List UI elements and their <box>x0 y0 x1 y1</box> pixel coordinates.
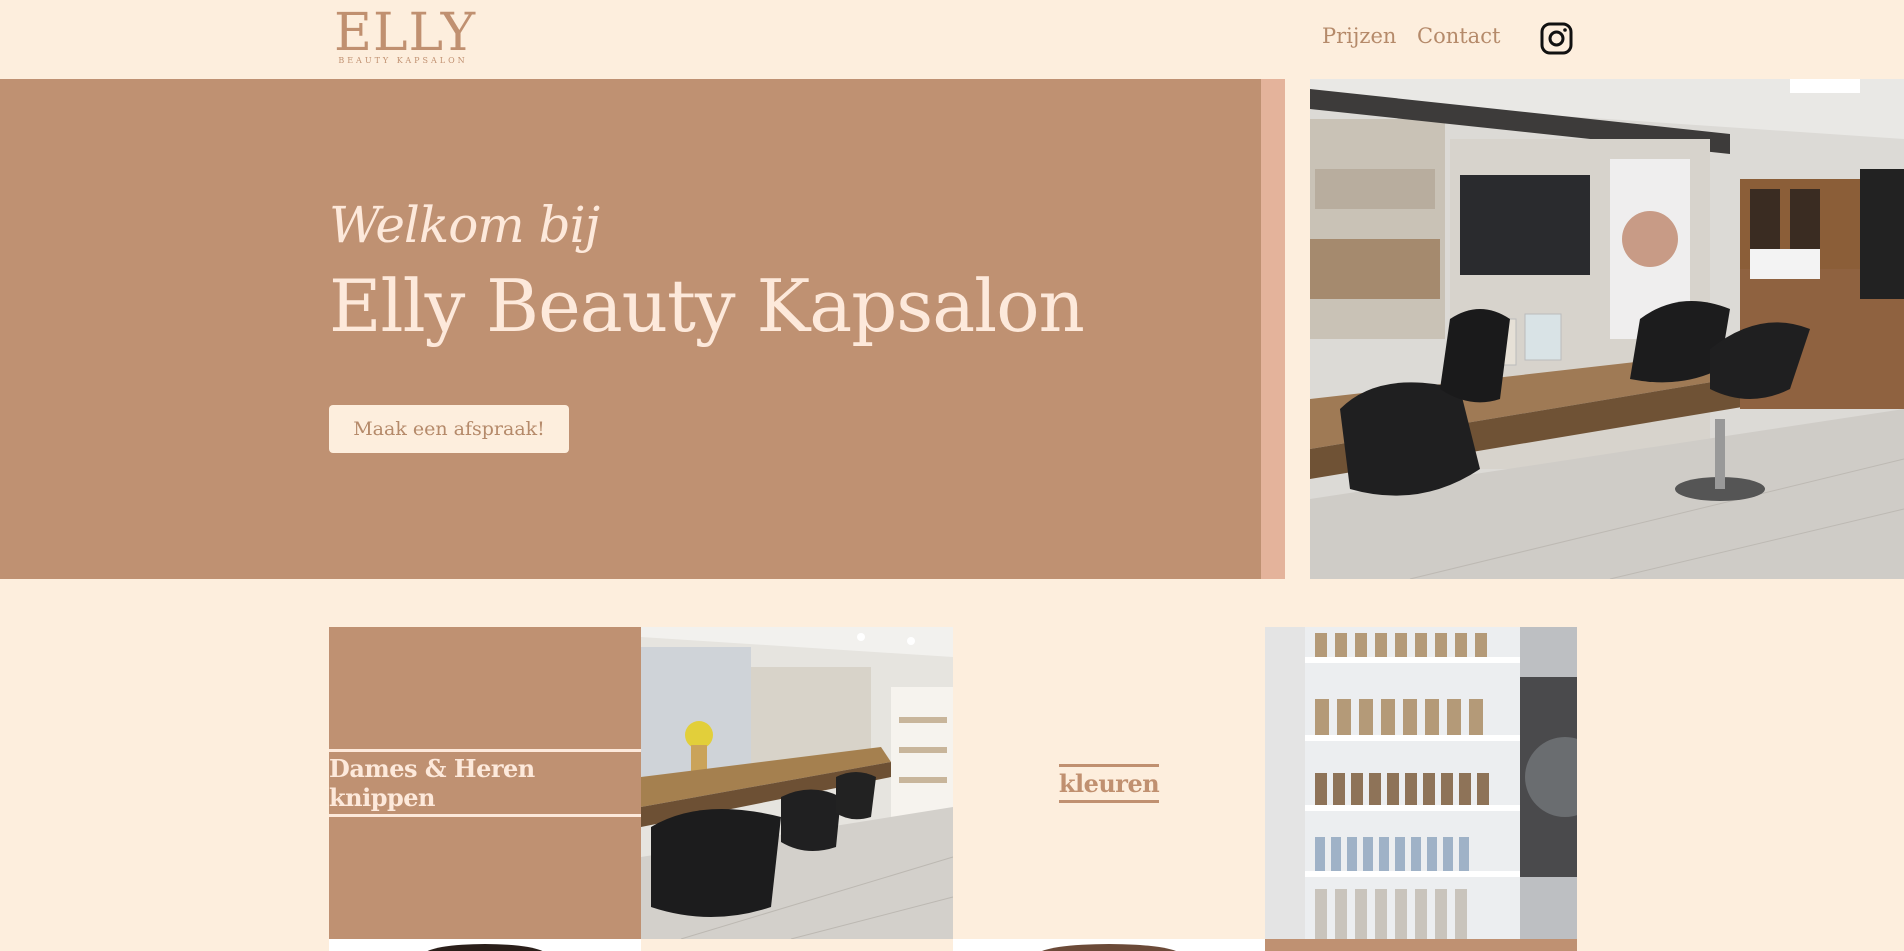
next-row-tile-2 <box>641 939 953 951</box>
logo-tagline: BEAUTY KAPSALON <box>338 56 468 65</box>
nav-prijzen-link[interactable]: Prijzen <box>1322 24 1396 48</box>
hero-title: Elly Beauty Kapsalon <box>329 264 1085 348</box>
service-knippen-label[interactable]: Dames & Heren knippen <box>329 749 641 817</box>
elly-logo[interactable]: ELLY BEAUTY KAPSALON <box>334 3 477 70</box>
salon-interior-photo <box>1310 79 1904 579</box>
book-appointment-button[interactable]: Maak een afspraak! <box>329 405 569 453</box>
product-shelf-photo <box>1265 627 1577 939</box>
next-row-tile-4 <box>1265 939 1577 951</box>
logo-wordmark: ELLY <box>334 3 477 63</box>
service-tile-kleuren[interactable]: kleuren <box>953 627 1265 939</box>
service-tile-knippen[interactable]: Dames & Heren knippen <box>329 627 641 939</box>
instagram-icon[interactable] <box>1540 22 1573 55</box>
hero-accent-stripe <box>1261 79 1285 579</box>
salon-workstations-photo <box>641 627 953 939</box>
next-row-tile-3 <box>953 939 1265 951</box>
nav-contact-link[interactable]: Contact <box>1417 24 1500 48</box>
site-header: ELLY BEAUTY KAPSALON Prijzen Contact <box>0 0 1904 79</box>
next-row-tile-1 <box>329 939 641 951</box>
service-kleuren-label[interactable]: kleuren <box>1058 763 1160 803</box>
hero-welcome-text: Welkom bij <box>329 196 600 254</box>
hero-divider <box>1285 79 1310 579</box>
